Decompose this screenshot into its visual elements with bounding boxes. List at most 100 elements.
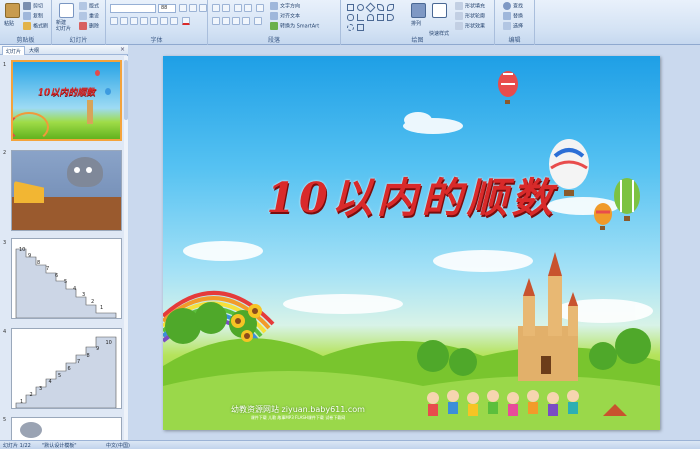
stair-number: 5 [58, 372, 62, 379]
format-painter-label: 格式刷 [33, 23, 49, 30]
stair-number: 10 [19, 246, 26, 253]
align-center-icon[interactable] [222, 17, 230, 25]
reset-button[interactable]: 重设 [79, 12, 99, 20]
slide-counter: 幻灯片 1/22 [3, 443, 31, 449]
close-icon[interactable]: × [120, 46, 125, 53]
paste-button[interactable]: 粘贴 [4, 20, 14, 27]
clipboard-group: 粘贴 剪切 复制 格式刷 剪贴板 [0, 0, 52, 45]
slide-thumbnail-1[interactable]: 10以内的顺数 [11, 60, 122, 141]
shrink-font-button[interactable] [189, 4, 197, 12]
shape-fill-icon [455, 2, 463, 10]
numbering-icon[interactable] [222, 4, 230, 12]
watermark-subtext: 课件下载 儿歌 故事MP3 FLASH课件下载 试卷下载网 [250, 415, 346, 420]
increase-indent-icon[interactable] [244, 4, 252, 12]
text-direction-label: 文字方向 [280, 3, 301, 10]
clear-format-button[interactable] [199, 4, 207, 12]
underline-icon[interactable] [130, 17, 138, 25]
select-button[interactable]: 选择 [503, 22, 523, 30]
reset-label: 重设 [89, 13, 100, 20]
scrollbar-thumb[interactable] [124, 60, 128, 120]
slide-title[interactable]: 10以内的顺数 [163, 164, 660, 224]
stair-number: 3 [39, 385, 43, 392]
leaf-shape-icon[interactable] [387, 4, 394, 11]
text-direction-button[interactable]: 文字方向 [270, 2, 300, 10]
line-spacing-icon[interactable] [256, 4, 264, 12]
cut-button[interactable]: 剪切 [23, 2, 43, 10]
language-status[interactable]: 中文(中国) [106, 442, 130, 449]
bullets-icon[interactable] [212, 4, 220, 12]
case-icon[interactable] [170, 17, 178, 25]
replace-button[interactable]: 替换 [503, 12, 523, 20]
shape-fill-button[interactable]: 形状填充 [455, 2, 485, 10]
arrow-shape-icon[interactable] [377, 4, 384, 11]
castle-image [87, 100, 93, 124]
slide-thumbnail-3[interactable]: 1 2 3 4 5 6 7 8 9 10 [11, 238, 122, 319]
current-slide[interactable]: 10以内的顺数 幼教资源网站 ziyuan.baby611.com 课件下载 儿… [163, 56, 660, 430]
shape-outline-button[interactable]: 形状轮廓 [455, 12, 485, 20]
select-icon [503, 22, 511, 30]
align-text-button[interactable]: 对齐文本 [270, 12, 300, 20]
bold-icon[interactable] [110, 17, 118, 25]
oval-shape-icon[interactable] [357, 4, 364, 11]
star-shape-icon[interactable] [347, 24, 354, 31]
stair-number: 8 [86, 352, 90, 359]
arrange-button[interactable]: 排列 [411, 20, 421, 27]
new-slide-icon[interactable] [59, 3, 74, 18]
find-button[interactable]: 查找 [503, 2, 523, 10]
replace-icon [503, 12, 511, 20]
smartart-icon [270, 22, 278, 30]
align-left-icon[interactable] [212, 17, 220, 25]
tab-slides[interactable]: 幻灯片 [2, 46, 26, 55]
delete-slide-button[interactable]: 删除 [79, 22, 99, 30]
shape-effects-button[interactable]: 形状效果 [455, 22, 485, 30]
format-painter-button[interactable]: 格式刷 [23, 22, 48, 30]
reset-icon [79, 12, 87, 20]
editing-group-label: 编辑 [508, 37, 521, 44]
paste-icon[interactable] [5, 3, 20, 18]
drawing-group: 排列 快速样式 形状填充 形状轮廓 形状效果 绘图 [341, 0, 495, 45]
copy-button[interactable]: 复制 [23, 12, 43, 20]
stair-number: 4 [73, 285, 77, 292]
diamond-shape-icon[interactable] [365, 2, 376, 13]
grow-font-button[interactable] [179, 4, 187, 12]
stair-number: 10 [105, 339, 112, 346]
cat-image [67, 157, 103, 187]
stair-number: 7 [77, 359, 81, 366]
layout-button[interactable]: 版式 [79, 2, 99, 10]
font-size-combo[interactable]: 88 [158, 4, 176, 13]
slide-thumbnail-2[interactable] [11, 150, 122, 231]
columns-icon[interactable] [254, 17, 262, 25]
italic-icon[interactable] [120, 17, 128, 25]
callout-shape-icon[interactable] [377, 14, 384, 21]
theme-name[interactable]: "默认设计模板" [42, 442, 77, 449]
tab-outline[interactable]: 大纲 [26, 46, 42, 55]
smartart-button[interactable]: 转换为 SmartArt [270, 22, 319, 30]
quick-styles-icon[interactable] [432, 3, 447, 18]
brace-shape-icon[interactable] [387, 14, 394, 21]
status-bar: 幻灯片 1/22 "默认设计模板" 中文(中国) [0, 440, 700, 449]
strikethrough-icon[interactable] [140, 17, 148, 25]
font-color-icon[interactable] [182, 17, 190, 25]
shadow-icon[interactable] [150, 17, 158, 25]
slide-number-4: 4 [3, 329, 7, 335]
arc-shape-icon[interactable] [367, 14, 374, 21]
align-right-icon[interactable] [232, 17, 240, 25]
stair-number: 6 [55, 272, 59, 279]
cut-icon [23, 2, 31, 10]
new-slide-button[interactable]: 新建 幻灯片 [56, 20, 71, 32]
thumbnail-scrollbar[interactable] [124, 56, 128, 440]
decrease-indent-icon[interactable] [234, 4, 242, 12]
shape-effects-icon [455, 22, 463, 30]
slides-group: 新建 幻灯片 版式 重设 删除 幻灯片 [52, 0, 106, 45]
spacing-icon[interactable] [160, 17, 168, 25]
line-shape-icon[interactable] [357, 14, 364, 21]
rectangle-shape-icon[interactable] [347, 4, 354, 11]
stair-number: 7 [46, 266, 50, 272]
font-name-combo[interactable] [110, 4, 156, 13]
justify-icon[interactable] [242, 17, 250, 25]
watermark-text: 幼教资源网站 ziyuan.baby611.com [231, 405, 365, 414]
rounded-rect-shape-icon[interactable] [347, 14, 354, 21]
curve-shape-icon[interactable] [357, 24, 364, 31]
slide-thumbnail-4[interactable]: 1 2 3 4 5 6 7 8 9 10 [11, 328, 122, 409]
arrange-icon[interactable] [411, 3, 426, 18]
